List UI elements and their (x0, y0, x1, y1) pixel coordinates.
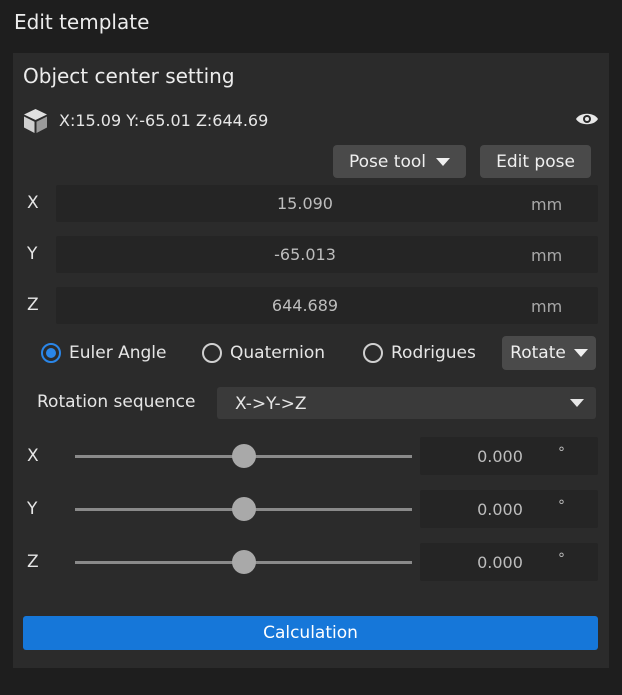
rotate-label: Rotate (510, 343, 566, 363)
angle-x-unit: ° (558, 445, 565, 461)
chevron-down-icon (573, 349, 588, 357)
radio-rodrigues[interactable] (363, 343, 383, 363)
angle-z-label: Z (27, 552, 39, 572)
position-y-label: Y (27, 244, 38, 264)
position-z-unit: mm (531, 297, 563, 316)
angle-z-slider-thumb[interactable] (232, 550, 256, 574)
position-z-label: Z (27, 295, 39, 315)
angle-x-label: X (27, 446, 39, 466)
angle-y-slider-thumb[interactable] (232, 497, 256, 521)
window-title: Edit template (14, 10, 150, 34)
position-y-value: -65.013 (274, 245, 336, 264)
section-title: Object center setting (23, 64, 235, 88)
chevron-down-icon[interactable] (570, 399, 584, 407)
rotation-sequence-label: Rotation sequence (37, 392, 196, 412)
radio-quaternion-label[interactable]: Quaternion (230, 343, 325, 363)
edit-pose-button[interactable]: Edit pose (480, 145, 591, 178)
rotation-sequence-value: X->Y->Z (235, 394, 307, 414)
calculation-button[interactable]: Calculation (23, 616, 598, 650)
angle-y-unit: ° (558, 498, 565, 514)
cube-icon (24, 108, 47, 133)
rotate-dropdown[interactable]: Rotate (502, 336, 596, 370)
coordinate-summary-text: X:15.09 Y:-65.01 Z:644.69 (59, 110, 269, 130)
position-z-value: 644.689 (271, 296, 339, 315)
coordinate-summary: X:15.09 Y:-65.01 Z:644.69 (22, 106, 268, 134)
chevron-down-icon (435, 157, 450, 166)
position-x-value: 15.090 (277, 194, 333, 213)
angle-x-value: 0.000 (477, 447, 523, 466)
radio-euler-angle-label[interactable]: Euler Angle (69, 343, 166, 363)
radio-rodrigues-label[interactable]: Rodrigues (391, 343, 476, 363)
angle-z-value: 0.000 (477, 553, 523, 572)
position-x-label: X (27, 193, 39, 213)
angle-y-label: Y (27, 499, 38, 519)
eye-icon[interactable] (575, 110, 599, 128)
position-y-unit: mm (531, 246, 563, 265)
angle-y-value: 0.000 (477, 500, 523, 519)
radio-euler-angle[interactable] (41, 343, 61, 363)
pose-tool-dropdown[interactable]: Pose tool (333, 145, 466, 178)
angle-z-unit: ° (558, 551, 565, 567)
radio-quaternion[interactable] (202, 343, 222, 363)
pose-tool-label: Pose tool (349, 151, 426, 172)
position-x-unit: mm (531, 195, 563, 214)
angle-x-slider-thumb[interactable] (232, 444, 256, 468)
